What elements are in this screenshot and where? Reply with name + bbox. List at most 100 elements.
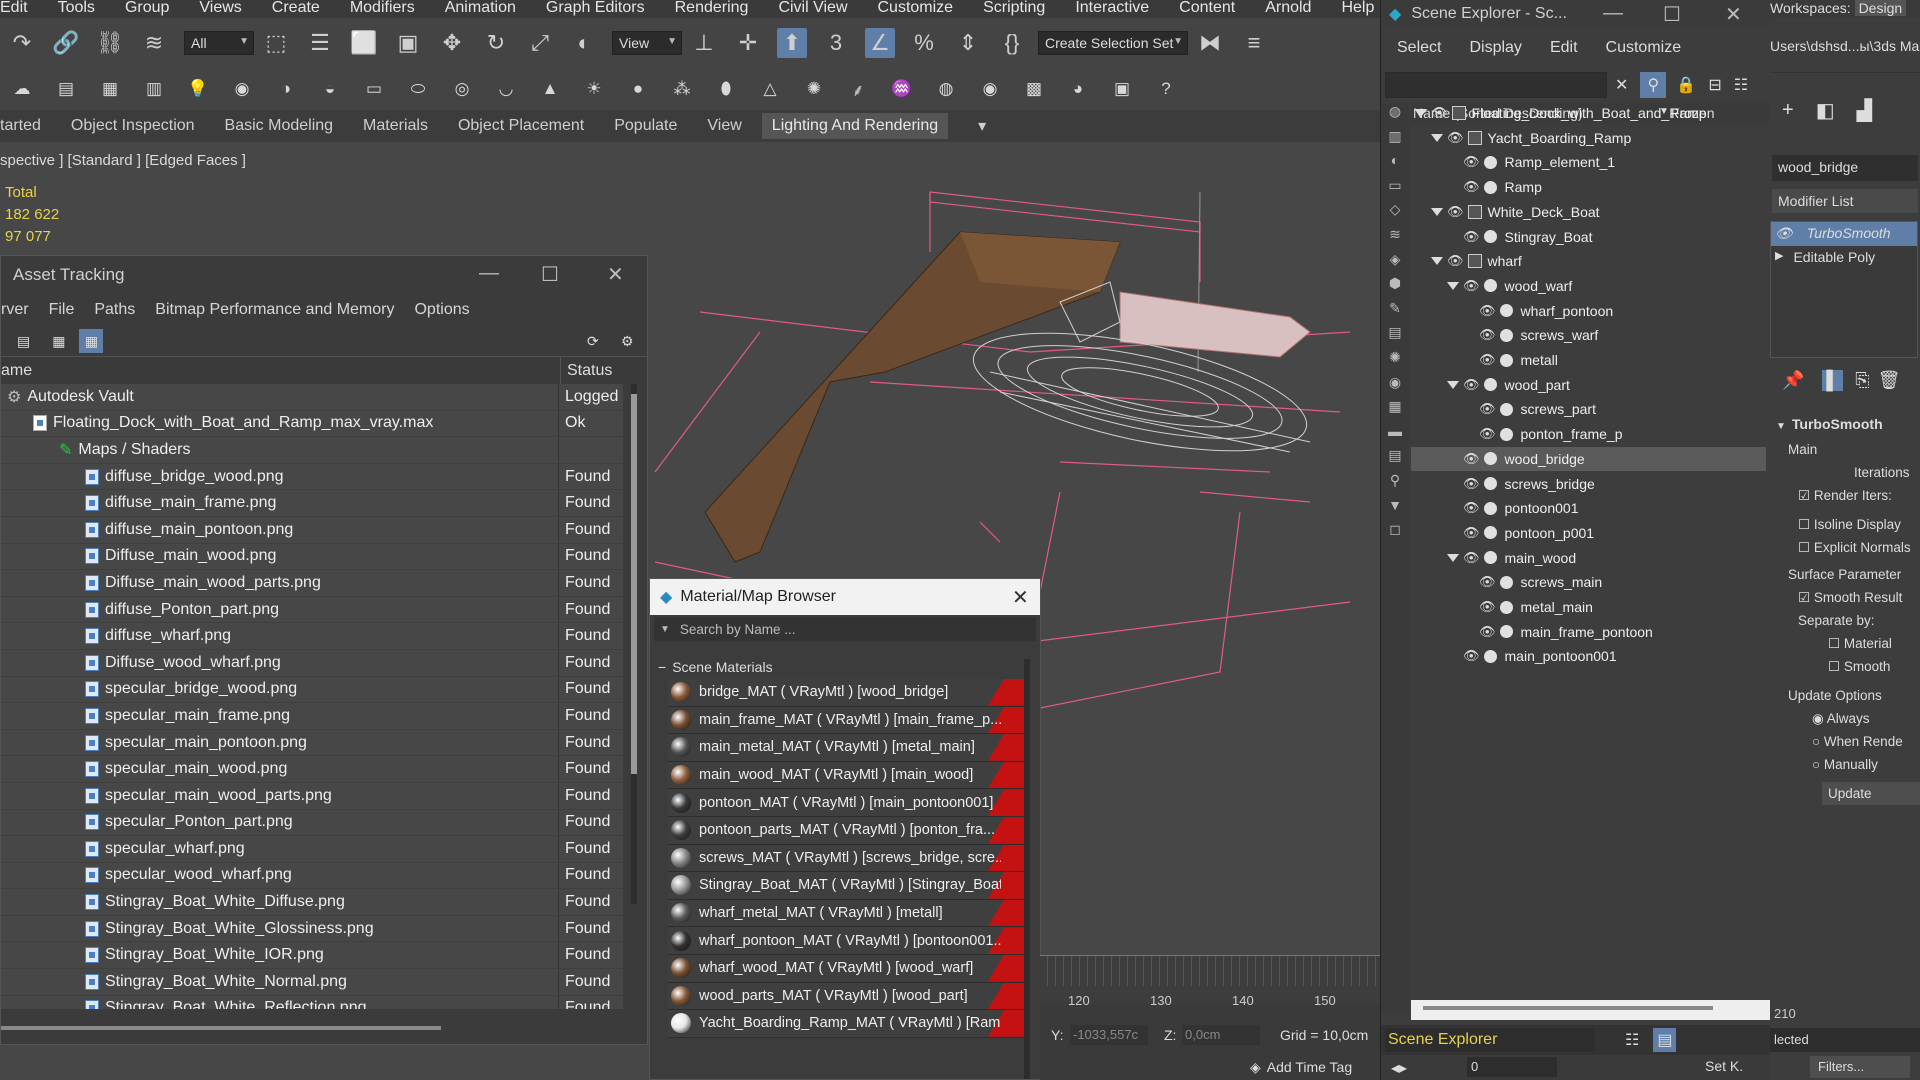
select-by-name-icon[interactable]: ☰ (305, 28, 335, 58)
selection-filter-dropdown[interactable]: All (184, 31, 254, 55)
asset-scrollbar[interactable] (631, 384, 637, 904)
visibility-eye-icon[interactable]: 👁 (1463, 500, 1480, 516)
visibility-eye-icon[interactable]: 👁 (1479, 401, 1496, 417)
rollout-title[interactable]: ▼ TurboSmooth (1776, 413, 1920, 438)
visibility-eye-icon[interactable]: 👁 (1479, 303, 1496, 319)
vray-hair-icon[interactable]: ♒ (889, 76, 915, 102)
reference-coordinate-dropdown[interactable]: View (612, 31, 682, 55)
asset-row[interactable]: ✎ Maps / Shaders (1, 437, 623, 464)
expand-icon[interactable]: ▶ (1775, 249, 1783, 267)
scene-tree-item[interactable]: 👁 pontoon_p001 (1411, 521, 1766, 545)
collapse-arrow-icon[interactable] (1431, 133, 1443, 142)
object-name-field[interactable]: wood_bridge (1772, 155, 1918, 181)
scene-menu-item[interactable]: Edit (1550, 39, 1578, 57)
collapse-arrow-icon[interactable] (1431, 207, 1443, 216)
pivot-center-icon[interactable]: ⊥ (689, 28, 719, 58)
filter-toggle-icon[interactable]: ▥ (1381, 128, 1409, 153)
ribbon-tab[interactable]: Materials (363, 117, 428, 135)
visibility-eye-icon[interactable]: 👁 (1479, 624, 1496, 640)
scene-tree-item[interactable]: 👁 wood_warf (1411, 274, 1766, 298)
table-view-icon[interactable]: ▦ (52, 333, 65, 350)
angle-snap-icon[interactable]: ∠ (865, 28, 895, 58)
asset-row[interactable]: diffuse_Ponton_part.png Found (1, 596, 623, 624)
visibility-eye-icon[interactable]: 👁 (1463, 476, 1480, 492)
scene-materials-header[interactable]: − Scene Materials (650, 643, 1040, 679)
material-item[interactable]: pontoon_MAT ( VRayMtl ) [main_pontoon001… (668, 789, 1028, 817)
clear-search-icon[interactable]: ✕ (1615, 75, 1628, 95)
material-item[interactable]: wharf_pontoon_MAT ( VRayMtl ) [pontoon00… (668, 927, 1028, 955)
asset-row[interactable]: specular_bridge_wood.png Found (1, 676, 623, 704)
visibility-eye-icon[interactable]: 👁 (1463, 525, 1480, 541)
align-icon[interactable]: ≡ (1239, 28, 1269, 58)
menu-item[interactable]: Views (199, 0, 241, 18)
move-icon[interactable]: ✥ (437, 28, 467, 58)
refresh-icon[interactable]: ⟳ (587, 333, 599, 350)
frame-buffer-icon[interactable]: ▩ (1021, 76, 1047, 102)
toggle-icon[interactable]: ▤ (1653, 1028, 1677, 1052)
show-end-result-icon[interactable]: ▌ (1822, 370, 1844, 391)
material-item[interactable]: wood_parts_MAT ( VRayMtl ) [wood_part] (668, 982, 1028, 1011)
scene-search-input[interactable] (1385, 72, 1607, 98)
z-coordinate-field[interactable]: 0,0cm (1182, 1025, 1260, 1045)
select-manipulate-icon[interactable]: ✛ (733, 28, 763, 58)
material-item[interactable]: screws_MAT ( VRayMtl ) [screws_bridge, s… (668, 844, 1028, 873)
render-setup-icon[interactable]: ◉ (977, 76, 1003, 102)
menu-item[interactable]: Scripting (983, 0, 1045, 18)
minimize-icon[interactable]: — (479, 262, 499, 285)
filters-button[interactable]: Filters... (1810, 1056, 1910, 1078)
frame-spinner[interactable]: 0 (1467, 1057, 1557, 1077)
asset-row[interactable]: Stingray_Boat_White_IOR.png Found (1, 942, 623, 970)
scene-tree-item[interactable]: 👁 metall (1411, 348, 1766, 372)
select-object-icon[interactable]: ⬚ (261, 28, 291, 58)
redo-icon[interactable]: ↷ (7, 28, 37, 58)
visibility-eye-icon[interactable]: 👁 (1463, 451, 1480, 467)
menu-item[interactable]: Animation (445, 0, 516, 18)
y-coordinate-field[interactable]: -1033,557c (1070, 1025, 1148, 1045)
sphere-light-icon[interactable]: ⬭ (405, 76, 431, 102)
column-name[interactable]: ame (1, 357, 561, 384)
ribbon-tab[interactable]: View (707, 117, 741, 135)
window-crossing-icon[interactable]: ▣ (393, 28, 423, 58)
selection-dropdown[interactable]: lected (1770, 1028, 1920, 1052)
vray-mesh-icon[interactable]: ◍ (933, 76, 959, 102)
collapse-arrow-icon[interactable] (1431, 257, 1443, 266)
spot-light-icon[interactable]: ▲ (537, 76, 563, 102)
menu-item[interactable]: Customize (878, 0, 954, 18)
filter-toggle-icon[interactable]: ≋ (1381, 226, 1409, 251)
scene-tree-item[interactable]: 👁 wood_part (1411, 373, 1766, 397)
asset-row[interactable]: specular_main_frame.png Found (1, 703, 623, 730)
vray-fur-icon[interactable]: ⸙ (845, 76, 871, 102)
asset-menu-item[interactable]: Paths (94, 301, 135, 319)
timeline-slider[interactable]: 120 130 140 150 (1040, 955, 1380, 1008)
bind-space-warp-icon[interactable]: ≋ (139, 28, 169, 58)
render-iters-checkbox[interactable]: ☑ Render Iters: (1776, 484, 1920, 507)
scale-icon[interactable]: ⤢ (525, 28, 555, 58)
menu-item[interactable]: Tools (58, 0, 95, 18)
maximize-icon[interactable]: ☐ (541, 262, 559, 287)
scene-menu-item[interactable]: Display (1469, 39, 1521, 57)
scene-tree-item[interactable]: 👁 wharf_pontoon (1411, 299, 1766, 323)
filter-toggle-icon[interactable]: ▼ (1381, 497, 1409, 522)
unlink-icon[interactable]: ⛓ (95, 28, 125, 58)
asset-row[interactable]: specular_main_pontoon.png Found (1, 729, 623, 757)
menu-item[interactable]: Create (272, 0, 320, 18)
filter-toggle-icon[interactable]: ◈ (1381, 251, 1409, 276)
asset-row[interactable]: specular_wharf.png Found (1, 836, 623, 863)
menu-item[interactable]: Graph Editors (546, 0, 645, 18)
asset-row[interactable]: specular_main_wood.png Found (1, 756, 623, 783)
material-item[interactable]: main_wood_MAT ( VRayMtl ) [main_wood] (668, 761, 1028, 790)
material-item[interactable]: bridge_MAT ( VRayMtl ) [wood_bridge] (668, 679, 1028, 707)
asset-row[interactable]: Stingray_Boat_White_Diffuse.png Found (1, 889, 623, 916)
vray-plane-icon[interactable]: △ (757, 76, 783, 102)
mesh-light-icon[interactable]: ◎ (449, 76, 475, 102)
visibility-eye-icon[interactable]: 👁 (1447, 130, 1464, 146)
asset-row[interactable]: diffuse_main_pontoon.png Found (1, 516, 623, 544)
scene-tree-item[interactable]: 👁 White_Deck_Boat (1411, 200, 1766, 224)
update-always-radio[interactable]: ◉ Always (1776, 707, 1920, 730)
asset-row[interactable]: diffuse_wharf.png Found (1, 623, 623, 650)
sun-light-icon[interactable]: ☀ (581, 76, 607, 102)
filter-toggle-icon[interactable]: ⬢ (1381, 275, 1409, 300)
ribbon-tab[interactable]: Object Inspection (71, 117, 195, 135)
vray-sphere-icon[interactable]: ✺ (801, 76, 827, 102)
light-lister-icon[interactable]: 💡 (185, 76, 211, 102)
